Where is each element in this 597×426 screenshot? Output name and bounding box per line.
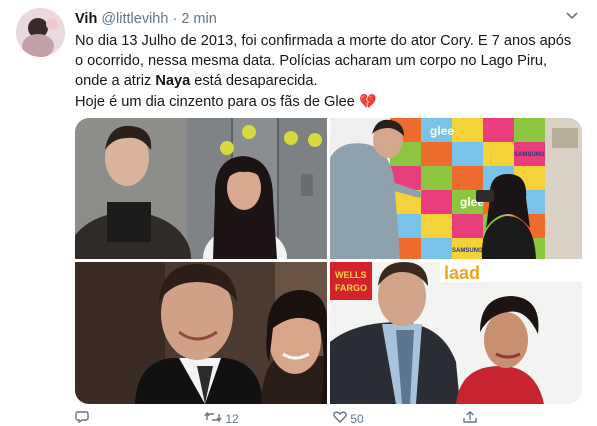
chevron-down-icon[interactable] — [565, 8, 579, 24]
tweet-header: Vih @littlevihh · 2 min — [75, 11, 217, 27]
photo-logo-text: laad — [444, 263, 480, 283]
share-icon — [463, 410, 477, 426]
reply-button[interactable] — [75, 411, 89, 426]
reply-icon — [75, 411, 89, 426]
tweet-text-segment: onde a atriz — [75, 73, 156, 89]
photo-4[interactable]: WELLS FARGO laad — [330, 262, 582, 404]
photo-sponsor-text: SAMSUNG — [452, 248, 483, 254]
like-button[interactable]: 50 — [333, 411, 364, 426]
photo-logo-text: glee — [430, 124, 454, 138]
retweet-count: 12 — [225, 412, 239, 426]
broken-heart-emoji: 💔 — [358, 93, 377, 109]
tweet-line: onde a atriz Naya está desaparecida. — [75, 71, 590, 91]
tweet-bold-word: Naya — [155, 73, 191, 89]
photo-3[interactable] — [75, 262, 327, 404]
tweet-line: Hoje é um dia cinzento para os fãs de Gl… — [75, 91, 590, 112]
author-avatar[interactable] — [16, 8, 65, 57]
separator-dot: · — [172, 11, 178, 27]
share-button[interactable] — [463, 410, 477, 426]
retweet-icon — [204, 411, 225, 426]
like-count: 50 — [350, 412, 364, 426]
photo-sponsor-text: FARGO — [335, 283, 367, 293]
tweet-text-segment: está desaparecida. — [190, 73, 318, 89]
tweet-text: No dia 13 Julho de 2013, foi confirmada … — [75, 31, 590, 112]
heart-icon — [333, 411, 350, 426]
photo-sponsor-text: SAMSUNG — [514, 152, 545, 158]
photo-grid: glee glee SAMSUNG SAMSUNG WELLS FARGO la… — [75, 118, 582, 404]
photo-1[interactable] — [75, 118, 327, 259]
avatar-image — [16, 8, 65, 57]
tweet-time[interactable]: 2 min — [181, 11, 216, 27]
tweet-text-segment: Hoje é um dia cinzento para os fãs de Gl… — [75, 94, 355, 110]
retweet-button[interactable]: 12 — [204, 411, 239, 426]
author-handle[interactable]: @littlevihh — [101, 11, 168, 27]
photo-sponsor-text: WELLS — [335, 270, 367, 280]
author-name[interactable]: Vih — [75, 11, 97, 27]
tweet-line: o ocorrido, nessa mesma data. Polícias a… — [75, 53, 548, 69]
tweet-line: No dia 13 Julho de 2013, foi confirmada … — [75, 33, 572, 49]
tweet-actions: 12 50 — [75, 410, 555, 426]
photo-2[interactable]: glee glee SAMSUNG SAMSUNG — [330, 118, 582, 259]
